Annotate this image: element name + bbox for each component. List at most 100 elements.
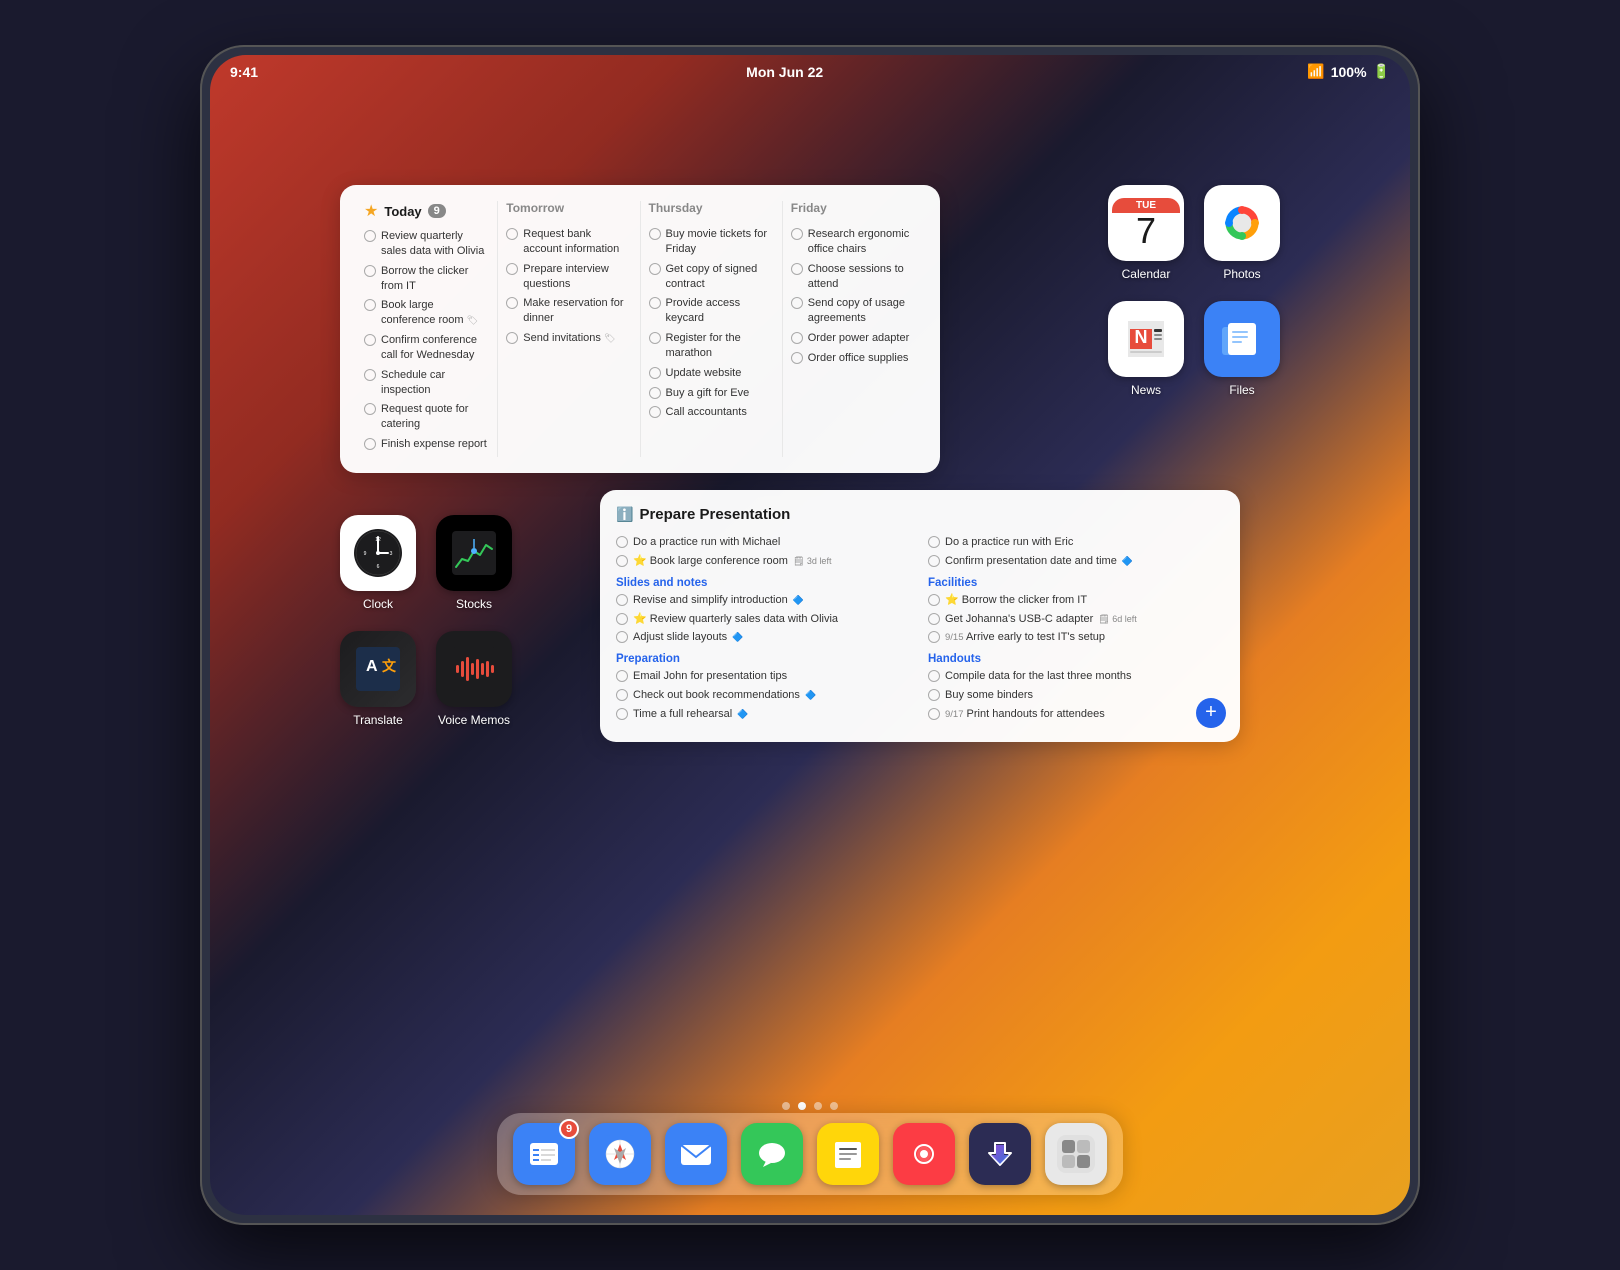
presentation-widget: ℹ️ Prepare Presentation Do a practice ru…: [600, 490, 1240, 742]
screen-content: ★ Today 9 Review quarterly sales data wi…: [210, 95, 1410, 1215]
reminder-item[interactable]: Book large conference room 🏷: [364, 298, 489, 328]
dock-mail[interactable]: [665, 1123, 727, 1185]
app-icon-files[interactable]: Files: [1204, 301, 1280, 397]
section-header-slides: Slides and notes: [616, 577, 912, 589]
dock-safari[interactable]: [589, 1123, 651, 1185]
clock-label: Clock: [363, 597, 393, 611]
reminder-columns: ★ Today 9 Review quarterly sales data wi…: [356, 201, 924, 457]
reminder-item[interactable]: Send invitations 🏷: [506, 331, 631, 346]
add-task-button[interactable]: +: [1196, 698, 1226, 728]
pres-circle: [616, 670, 628, 682]
presentation-columns: Do a practice run with Michael ⭐ Book la…: [616, 535, 1224, 726]
reminder-item[interactable]: Call accountants: [649, 405, 774, 420]
app-icon-calendar[interactable]: TUE 7 Calendar: [1108, 185, 1184, 281]
pres-item[interactable]: Do a practice run with Michael: [616, 535, 912, 550]
dock-music[interactable]: [893, 1123, 955, 1185]
pres-item[interactable]: ⭐ Review quarterly sales data with Olivi…: [616, 612, 912, 627]
reminder-circle: [506, 263, 518, 275]
pres-circle: [928, 670, 940, 682]
reminder-item[interactable]: Make reservation for dinner: [506, 296, 631, 326]
dock-appswitcher[interactable]: [1045, 1123, 1107, 1185]
reminder-item[interactable]: Finish expense report: [364, 437, 489, 452]
reminder-item[interactable]: Choose sessions to attend: [791, 262, 916, 292]
svg-text:N: N: [1135, 327, 1148, 347]
reminder-item[interactable]: Order office supplies: [791, 351, 916, 366]
reminder-item[interactable]: Request quote for catering: [364, 402, 489, 432]
voicememos-icon[interactable]: [436, 631, 512, 707]
page-dot-1[interactable]: [782, 1102, 790, 1110]
dock-reminders[interactable]: 9: [513, 1123, 575, 1185]
pres-circle: [928, 594, 940, 606]
pres-circle: [928, 689, 940, 701]
today-header: ★ Today 9: [364, 201, 489, 221]
files-icon[interactable]: [1204, 301, 1280, 377]
reminder-item[interactable]: Review quarterly sales data with Olivia: [364, 229, 489, 259]
calendar-icon[interactable]: TUE 7: [1108, 185, 1184, 261]
reminder-item[interactable]: Buy a gift for Eve: [649, 386, 774, 401]
reminder-item[interactable]: Schedule car inspection: [364, 368, 489, 398]
svg-text:9: 9: [364, 551, 367, 557]
pres-item[interactable]: ⭐ Book large conference room 🗒 3d left: [616, 554, 912, 569]
reminder-item[interactable]: Get copy of signed contract: [649, 262, 774, 292]
dock-shortcuts[interactable]: [969, 1123, 1031, 1185]
status-bar: 9:41 Mon Jun 22 📶 100% 🔋: [210, 55, 1410, 88]
reminder-circle: [364, 403, 376, 415]
stocks-label: Stocks: [456, 597, 492, 611]
voicememos-label: Voice Memos: [438, 713, 510, 727]
friday-header: Friday: [791, 201, 916, 219]
reminder-item[interactable]: Confirm conference call for Wednesday: [364, 333, 489, 363]
pres-item[interactable]: Confirm presentation date and time 🔷: [928, 554, 1224, 569]
reminder-item[interactable]: Send copy of usage agreements: [791, 296, 916, 326]
app-icon-voicememos[interactable]: Voice Memos: [436, 631, 512, 727]
pres-item[interactable]: Check out book recommendations 🔷: [616, 688, 912, 703]
reminder-circle: [649, 263, 661, 275]
translate-label: Translate: [353, 713, 403, 727]
pres-item[interactable]: Buy some binders: [928, 688, 1224, 703]
pres-item[interactable]: 9/17 Print handouts for attendees: [928, 707, 1224, 722]
dock-messages[interactable]: [741, 1123, 803, 1185]
reminder-item[interactable]: Request bank account information: [506, 227, 631, 257]
reminder-item[interactable]: Borrow the clicker from IT: [364, 264, 489, 294]
clock-icon[interactable]: 12 6 9 3: [340, 515, 416, 591]
reminder-circle: [791, 297, 803, 309]
app-icon-photos[interactable]: Photos: [1204, 185, 1280, 281]
app-icon-stocks[interactable]: Stocks: [436, 515, 512, 611]
status-right: 📶 100% 🔋: [1307, 63, 1390, 80]
page-dot-2[interactable]: [798, 1102, 806, 1110]
reminder-circle: [649, 228, 661, 240]
stocks-icon[interactable]: [436, 515, 512, 591]
reminder-item[interactable]: Provide access keycard: [649, 296, 774, 326]
app-icon-translate[interactable]: A 文 Translate: [340, 631, 416, 727]
wifi-icon: 📶: [1307, 63, 1324, 80]
photos-icon[interactable]: [1204, 185, 1280, 261]
reminder-item[interactable]: Prepare interview questions: [506, 262, 631, 292]
reminder-circle: [364, 230, 376, 242]
reminder-item[interactable]: Research ergonomic office chairs: [791, 227, 916, 257]
pres-item[interactable]: Compile data for the last three months: [928, 669, 1224, 684]
pres-item[interactable]: 9/15 Arrive early to test IT's setup: [928, 630, 1224, 645]
presentation-title: Prepare Presentation: [639, 506, 790, 523]
reminder-item[interactable]: Order power adapter: [791, 331, 916, 346]
reminder-circle: [791, 352, 803, 364]
info-icon: ℹ️: [616, 506, 633, 523]
reminder-item[interactable]: Update website: [649, 366, 774, 381]
reminder-item[interactable]: Register for the marathon: [649, 331, 774, 361]
reminder-circle: [506, 297, 518, 309]
translate-icon[interactable]: A 文: [340, 631, 416, 707]
app-icon-news[interactable]: N News: [1108, 301, 1184, 397]
tomorrow-header: Tomorrow: [506, 201, 631, 219]
pres-item[interactable]: Email John for presentation tips: [616, 669, 912, 684]
news-icon[interactable]: N: [1108, 301, 1184, 377]
pres-item[interactable]: Time a full rehearsal 🔷: [616, 707, 912, 722]
app-icon-clock[interactable]: 12 6 9 3 Clock: [340, 515, 416, 611]
pres-item[interactable]: Do a practice run with Eric: [928, 535, 1224, 550]
reminder-item[interactable]: Buy movie tickets for Friday: [649, 227, 774, 257]
today-star: ★: [364, 201, 378, 221]
pres-item[interactable]: Adjust slide layouts 🔷: [616, 630, 912, 645]
page-dot-3[interactable]: [814, 1102, 822, 1110]
pres-item[interactable]: ⭐ Borrow the clicker from IT: [928, 593, 1224, 608]
page-dot-4[interactable]: [830, 1102, 838, 1110]
pres-item[interactable]: Get Johanna's USB-C adapter 🗒 6d left: [928, 612, 1224, 627]
pres-item[interactable]: Revise and simplify introduction 🔷: [616, 593, 912, 608]
dock-notes[interactable]: [817, 1123, 879, 1185]
